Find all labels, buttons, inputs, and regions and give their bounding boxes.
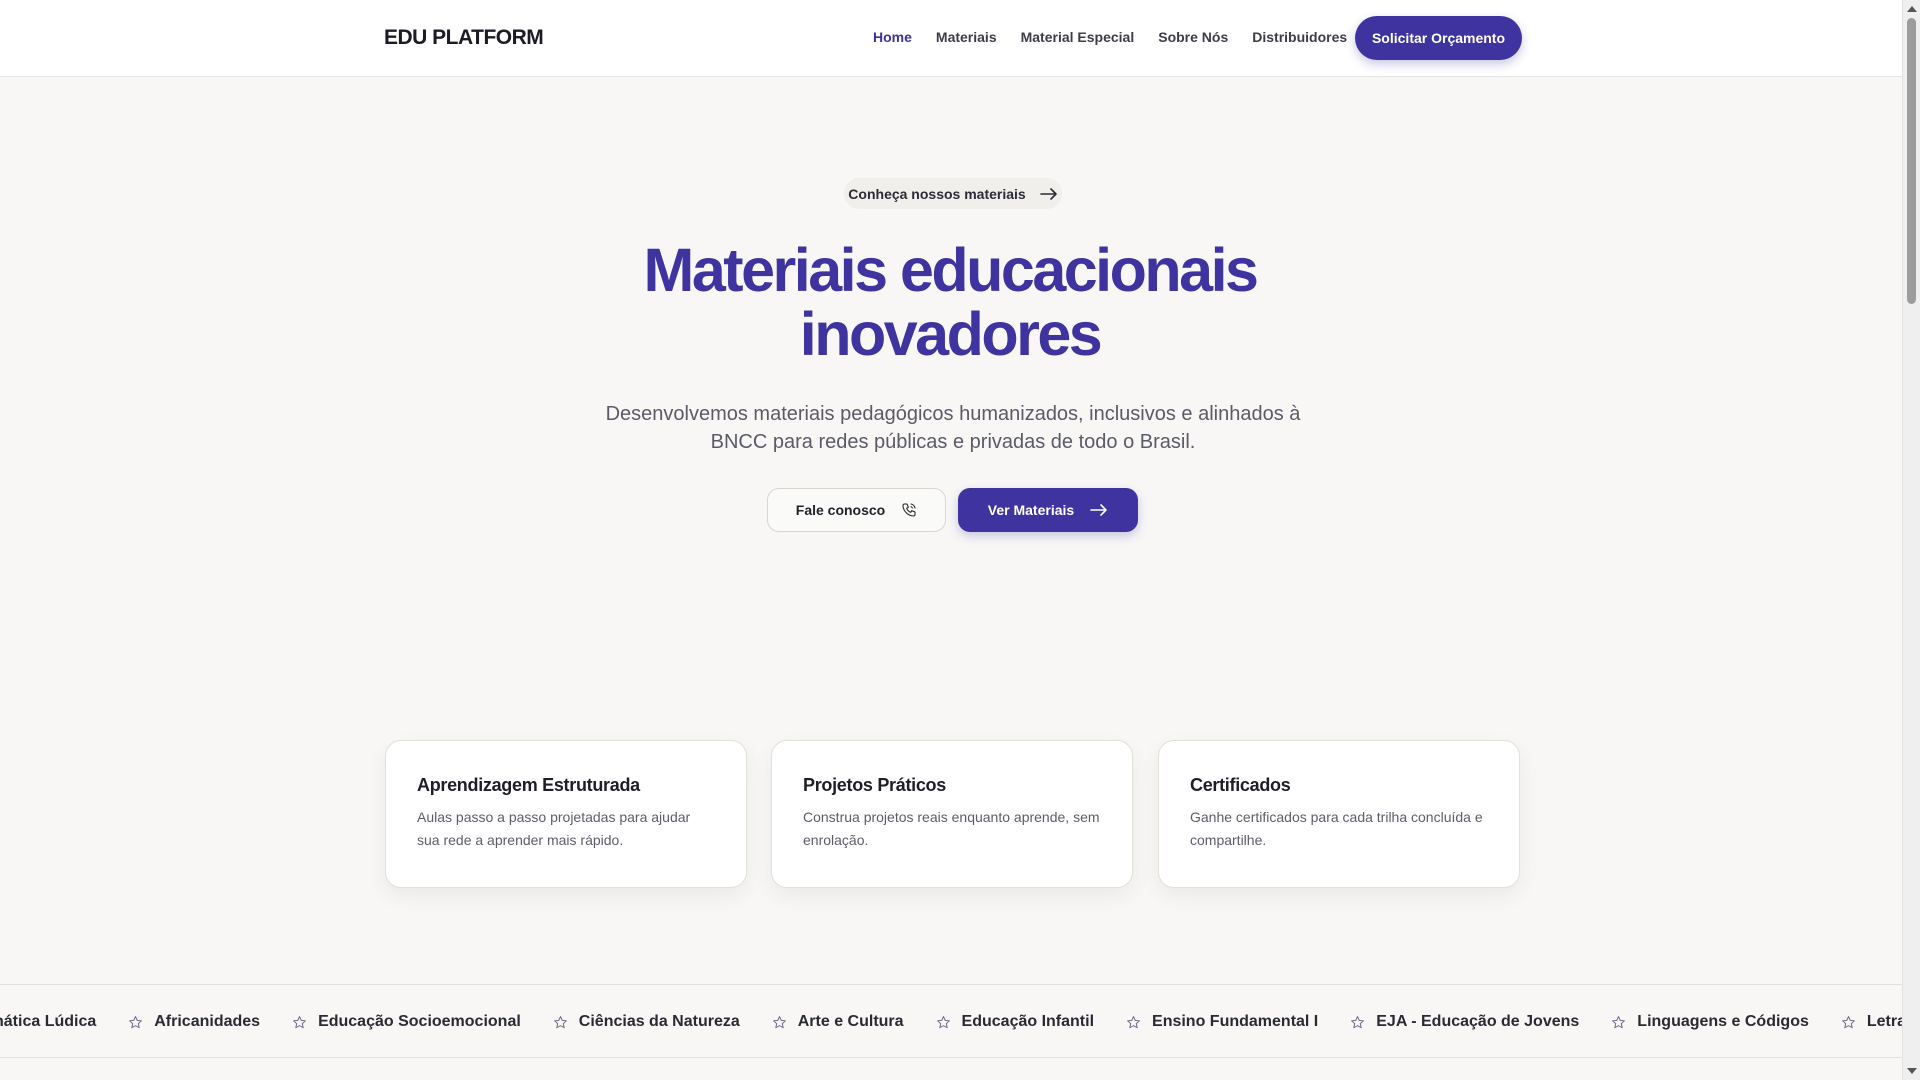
vertical-scrollbar[interactable] [1902, 0, 1920, 1080]
phone-icon [901, 502, 917, 518]
feature-card: Aprendizagem Estruturada Aulas passo a p… [385, 740, 747, 888]
site-header: EDU PLATFORM Home Materiais Material Esp… [0, 0, 1902, 77]
nav-item-sobre-nos[interactable]: Sobre Nós [1158, 29, 1228, 45]
feature-title: Projetos Práticos [803, 775, 946, 795]
marquee-item: Linguagens e Códigos [1579, 1013, 1809, 1031]
see-materials-button[interactable]: Ver Materiais [958, 488, 1138, 532]
arrow-right-icon [1090, 504, 1108, 516]
main-nav: Home Materiais Material Especial Sobre N… [873, 29, 1371, 45]
marquee-item: Educação Socioemocional [260, 1013, 521, 1031]
marquee-item: Africanidades [96, 1013, 260, 1031]
star-icon [293, 1015, 306, 1028]
arrow-right-icon [1039, 187, 1058, 200]
star-icon [936, 1015, 950, 1028]
logo[interactable]: EDU PLATFORM [384, 26, 544, 50]
star-icon [772, 1015, 786, 1028]
contact-us-button[interactable]: Fale conosco [767, 488, 946, 532]
marquee-item: nática Lúdica [0, 1013, 96, 1031]
star-icon [1127, 1015, 1140, 1028]
feature-text: Aulas passo a passo projetadas para ajud… [417, 809, 691, 848]
nav-item-material-especial[interactable]: Material Especial [1021, 29, 1135, 45]
marquee-label: Africanidades [154, 1013, 261, 1030]
marquee-label: EJA - Educação de Jovens [1376, 1013, 1580, 1030]
marquee-item: Ciências da Natureza [521, 1013, 740, 1031]
contact-us-label: Fale conosco [795, 502, 886, 518]
star-icon [129, 1015, 143, 1028]
feature-text: Ganhe certificados para cada trilha conc… [1190, 809, 1483, 848]
marquee-track: nática Lúdica Africanidades Educação Soc… [0, 985, 1902, 1057]
star-icon [1612, 1015, 1626, 1028]
star-icon [1841, 1015, 1855, 1028]
marquee-item: Educação Infantil [904, 1013, 1094, 1031]
marquee-label: Arte e Cultura [797, 1013, 904, 1030]
star-icon [1351, 1015, 1365, 1028]
marquee-item: Arte e Cultura [740, 1013, 904, 1031]
nav-item-home[interactable]: Home [873, 29, 912, 45]
nav-item-distribuidores[interactable]: Distribuidores [1252, 29, 1347, 45]
see-materials-label: Ver Materiais [987, 502, 1075, 518]
marquee-item: EJA - Educação de Jovens [1318, 1013, 1579, 1031]
scroll-down-icon[interactable] [1907, 1068, 1917, 1074]
subjects-marquee: nática Lúdica Africanidades Educação Soc… [0, 984, 1902, 1058]
marquee-item: Ensino Fundamental I [1094, 1013, 1318, 1031]
marquee-label: Educação Socioemocional [318, 1013, 521, 1030]
marquee-label: Ciências da Natureza [578, 1013, 740, 1030]
feature-card: Certificados Ganhe certificados para cad… [1158, 740, 1520, 888]
scroll-up-icon[interactable] [1907, 6, 1917, 12]
feature-text: Construa projetos reais enquanto aprende… [803, 809, 1100, 848]
feature-title: Certificados [1190, 775, 1291, 795]
hero-title-line2: inovadores [799, 300, 1103, 368]
hero-title: Materiais educacionais inovadores [560, 238, 1340, 366]
nav-item-materiais[interactable]: Materiais [936, 29, 997, 45]
hero-title-line1: Materiais educacionais [643, 236, 1259, 304]
request-quote-button[interactable]: Solicitar Orçamento [1355, 16, 1522, 60]
star-icon [553, 1015, 567, 1028]
feature-card: Projetos Práticos Construa projetos reai… [771, 740, 1133, 888]
marquee-label: Linguagens e Códigos [1637, 1013, 1809, 1030]
marquee-label: nática Lúdica [0, 1013, 97, 1030]
marquee-label: Educação Infantil [961, 1013, 1095, 1030]
scrollbar-thumb[interactable] [1907, 18, 1916, 304]
marquee-label: Letramento e Alfab [1866, 1013, 1902, 1030]
hero-subtitle: Desenvolvemos materiais pedagógicos huma… [605, 403, 1301, 453]
pill-label: Conheça nossos materiais [848, 185, 1026, 202]
marquee-item: Letramento e Alfab [1809, 1013, 1902, 1031]
feature-title: Aprendizagem Estruturada [417, 775, 640, 795]
know-materials-pill[interactable]: Conheça nossos materiais [844, 178, 1062, 209]
page-bottom [0, 1059, 1902, 1080]
marquee-label: Ensino Fundamental I [1152, 1013, 1319, 1030]
